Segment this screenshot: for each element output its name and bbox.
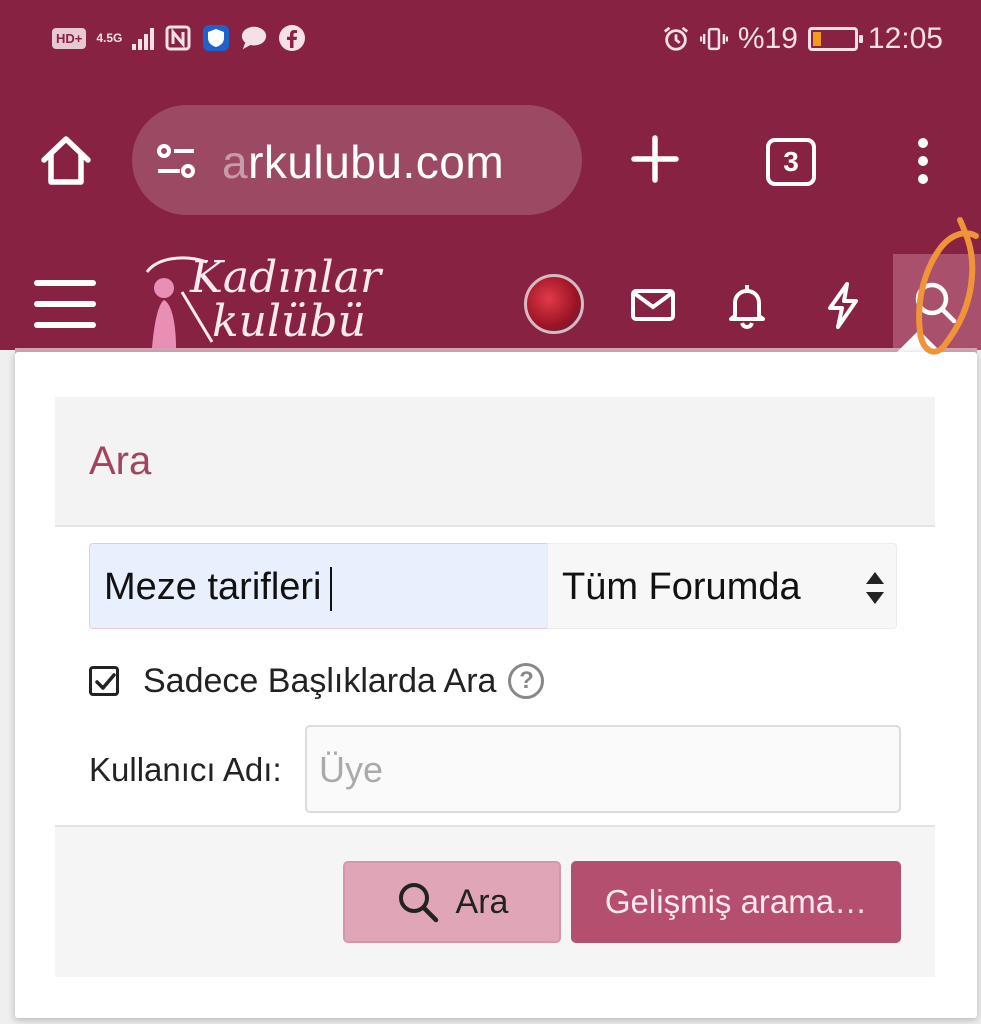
titles-only-label: Sadece Başlıklarda Ara <box>143 661 497 700</box>
username-placeholder: Üye <box>319 749 384 790</box>
search-form-header: Ara <box>55 397 935 527</box>
avatar[interactable] <box>524 274 584 334</box>
hd-icon: HD+ <box>52 27 87 49</box>
status-time: 12:05 <box>867 22 943 55</box>
search-icon <box>911 278 961 328</box>
battery-percent: %19 <box>737 22 798 55</box>
battery-icon <box>807 27 863 51</box>
shield-app-icon <box>202 24 230 52</box>
site-logo[interactable]: Kadınlar kulübü <box>142 252 412 348</box>
select-arrows-icon <box>866 572 884 604</box>
chat-app-icon <box>240 24 268 52</box>
site-header: Kadınlar kulübü <box>0 240 981 350</box>
home-icon[interactable] <box>36 130 96 190</box>
url-text: arkulubu.com <box>222 135 504 189</box>
username-label: Kullanıcı Adı: <box>89 751 282 788</box>
username-input[interactable]: Üye <box>305 725 901 813</box>
status-left: HD+ 4.5G <box>52 24 306 52</box>
alarm-icon <box>662 25 690 53</box>
search-scope-value: Tüm Forumda <box>562 566 801 608</box>
browser-chrome: HD+ 4.5G %19 12:05 arkulubu.com 3 <box>0 0 981 240</box>
site-settings-icon[interactable] <box>154 139 198 183</box>
facebook-icon <box>278 24 306 52</box>
nfc-icon <box>164 24 192 52</box>
panel-pointer <box>897 330 941 352</box>
search-form-footer: Ara Gelişmiş arama… <box>55 825 935 977</box>
search-submit-label: Ara <box>455 882 509 921</box>
menu-icon[interactable] <box>34 280 96 332</box>
url-faded-part: a <box>222 136 249 188</box>
username-row: Kullanıcı Adı: Üye <box>89 725 901 813</box>
browser-toolbar: arkulubu.com 3 <box>0 100 981 220</box>
advanced-search-label: Gelişmiş arama… <box>604 883 868 920</box>
vibrate-icon <box>699 25 728 53</box>
checkmark-icon <box>95 673 116 690</box>
network-type: 4.5G <box>96 31 123 45</box>
bolt-icon[interactable] <box>818 280 868 330</box>
url-bar[interactable]: arkulubu.com <box>132 105 582 215</box>
search-icon <box>398 883 438 923</box>
more-options-icon[interactable] <box>908 136 938 186</box>
search-submit-button[interactable]: Ara <box>343 861 561 943</box>
status-bar: HD+ 4.5G %19 12:05 <box>0 0 981 80</box>
logo-line2: kulübü <box>212 296 366 347</box>
bell-icon[interactable] <box>722 280 772 330</box>
tab-count-button[interactable]: 3 <box>766 138 816 186</box>
search-form-title: Ara <box>89 439 152 483</box>
titles-only-row: Sadece Başlıklarda Ara ? <box>89 661 545 701</box>
search-form: Ara Meze tarifleri Tüm Forumda Sadece Ba… <box>55 397 935 977</box>
status-right: %19 12:05 <box>662 22 943 56</box>
search-input-value: Meze tarifleri <box>104 566 322 608</box>
keywords-row: Meze tarifleri Tüm Forumda <box>89 543 897 629</box>
search-dropdown: Ara Meze tarifleri Tüm Forumda Sadece Ba… <box>15 352 977 1018</box>
mail-icon[interactable] <box>628 280 678 330</box>
signal-icon <box>132 26 155 50</box>
url-domain: rkulubu.com <box>248 136 505 188</box>
new-tab-icon[interactable] <box>628 132 682 186</box>
advanced-search-button[interactable]: Gelişmiş arama… <box>571 861 901 943</box>
titles-only-checkbox[interactable] <box>89 666 119 696</box>
search-input[interactable]: Meze tarifleri <box>89 543 547 629</box>
text-caret <box>329 566 332 611</box>
search-scope-select[interactable]: Tüm Forumda <box>547 543 897 629</box>
help-icon[interactable]: ? <box>508 663 545 699</box>
